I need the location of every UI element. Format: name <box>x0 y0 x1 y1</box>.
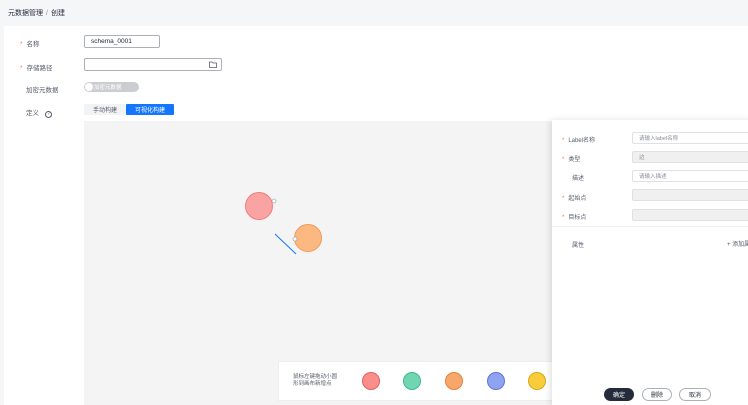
breadcrumb: 元数据管理 / 创建 <box>8 8 65 18</box>
source-select[interactable] <box>632 189 748 201</box>
path-label: * 存储路径 <box>20 65 53 72</box>
confirm-button[interactable]: 确定 <box>604 388 634 401</box>
tab-visual[interactable]: 可视化构建 <box>126 104 175 115</box>
graph-node-orange[interactable] <box>294 224 322 252</box>
description-input[interactable]: 请输入描述 <box>632 170 748 182</box>
node-handle[interactable] <box>292 236 298 242</box>
folder-icon[interactable] <box>209 61 217 68</box>
page: 元数据管理 / 创建 * 名称 schema_0001 * 存储路径 加密元数据 加密元… <box>0 0 748 405</box>
delete-button[interactable]: 删除 <box>642 388 672 401</box>
palette-hint: 鼠标左键拖动小圆 形到画布新增点 <box>293 374 338 387</box>
path-input[interactable] <box>84 58 222 71</box>
graph-edge[interactable] <box>274 233 297 255</box>
encrypt-toggle-text: 加密元数据 <box>94 85 122 91</box>
cancel-button[interactable]: 取消 <box>679 388 711 401</box>
toggle-knob <box>85 83 93 91</box>
divider <box>552 226 748 227</box>
edge-properties-panel: * Label名称 请输入label名称 * 类型 边 描述 请输入描述 * 起始点 … <box>552 120 748 405</box>
form-card: * 名称 schema_0001 * 存储路径 加密元数据 加密元数据 定义? 手动… <box>4 26 748 405</box>
encrypt-label: 加密元数据 <box>26 87 59 94</box>
tab-manual[interactable]: 手动构建 <box>84 104 127 115</box>
palette-node-green[interactable] <box>403 372 421 390</box>
label-name-input[interactable]: 请输入label名称 <box>632 132 748 144</box>
target-select[interactable] <box>632 209 748 221</box>
help-icon[interactable]: ? <box>45 111 52 118</box>
node-handle[interactable] <box>271 198 277 204</box>
graph-node-red[interactable] <box>245 192 273 220</box>
name-input[interactable]: schema_0001 <box>84 35 160 48</box>
source-label: * 起始点 <box>562 196 587 202</box>
palette-node-orange[interactable] <box>445 372 463 390</box>
breadcrumb-separator: / <box>46 10 48 17</box>
palette-node-blue[interactable] <box>487 372 505 390</box>
encrypt-toggle[interactable]: 加密元数据 <box>84 82 139 92</box>
name-label: * 名称 <box>20 41 40 48</box>
define-label: 定义? <box>26 107 52 118</box>
define-tabs: 手动构建 可视化构建 <box>84 104 175 115</box>
type-label: * 类型 <box>562 157 581 163</box>
node-palette: 鼠标左键拖动小圆 形到画布新增点 <box>278 361 568 401</box>
breadcrumb-current: 创建 <box>50 10 65 17</box>
target-label: * 目标点 <box>562 215 587 221</box>
label-name-label: * Label名称 <box>562 138 596 144</box>
attributes-label: 属性 <box>572 243 585 249</box>
palette-node-yellow[interactable] <box>528 372 546 390</box>
breadcrumb-parent[interactable]: 元数据管理 <box>8 10 43 17</box>
palette-node-red[interactable] <box>362 372 380 390</box>
add-attribute-button[interactable]: + 添加属性 <box>727 239 748 248</box>
type-input: 边 <box>632 151 748 163</box>
description-label: 描述 <box>572 176 585 182</box>
